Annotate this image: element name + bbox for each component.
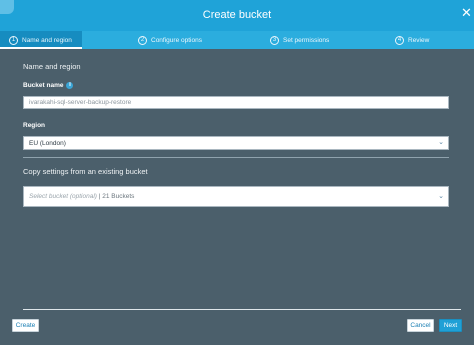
copy-bucket-placeholder: Select bucket (optional) — [29, 193, 97, 200]
chevron-down-icon: ⌄ — [438, 192, 444, 200]
dialog-title: Create bucket — [202, 9, 272, 21]
bucket-name-value: ivarakahi-sql-server-backup-restore — [29, 99, 132, 106]
step-set-permissions[interactable]: 3 Set permissions — [270, 34, 329, 46]
chevron-down-icon: ⌄ — [438, 139, 444, 146]
close-icon[interactable]: ✕ — [461, 6, 472, 19]
copy-bucket-select[interactable]: Select bucket (optional) | 21 Buckets ⌄ — [23, 186, 449, 207]
step-number: 3 — [270, 35, 279, 45]
step-configure-options[interactable]: 2 Configure options — [138, 34, 202, 46]
step-name-and-region[interactable]: 1 Name and region — [9, 34, 72, 46]
wizard-steps: 1 Name and region 2 Configure options 3 … — [0, 31, 474, 49]
step-number: 4 — [395, 35, 404, 45]
active-step-underline — [0, 47, 82, 49]
bucket-name-label-text: Bucket name — [23, 82, 64, 89]
cancel-button[interactable]: Cancel — [407, 319, 434, 332]
region-label: Region — [23, 122, 45, 129]
section-title: Name and region — [23, 62, 81, 71]
region-label-text: Region — [23, 122, 46, 129]
step-number: 2 — [138, 35, 147, 45]
footer-divider — [23, 309, 461, 310]
info-icon[interactable]: i — [66, 82, 74, 89]
copy-settings-title: Copy settings from an existing bucket — [23, 167, 148, 176]
create-button[interactable]: Create — [12, 319, 39, 332]
step-review[interactable]: 4 Review — [395, 34, 429, 46]
next-button[interactable]: Next — [439, 319, 462, 332]
step-label: Review — [408, 36, 430, 44]
region-select[interactable]: EU (London) ⌄ — [23, 136, 449, 150]
step-number: 1 — [9, 35, 18, 45]
step-label: Set permissions — [283, 36, 330, 44]
region-value: EU (London) — [29, 139, 66, 147]
bucket-count: 21 Buckets — [102, 193, 135, 200]
step-label: Name and region — [22, 36, 72, 44]
step-label: Configure options — [151, 36, 202, 44]
bucket-name-label: Bucket name i — [23, 82, 74, 89]
section-divider — [23, 157, 449, 158]
bucket-name-input[interactable]: ivarakahi-sql-server-backup-restore — [23, 96, 449, 109]
